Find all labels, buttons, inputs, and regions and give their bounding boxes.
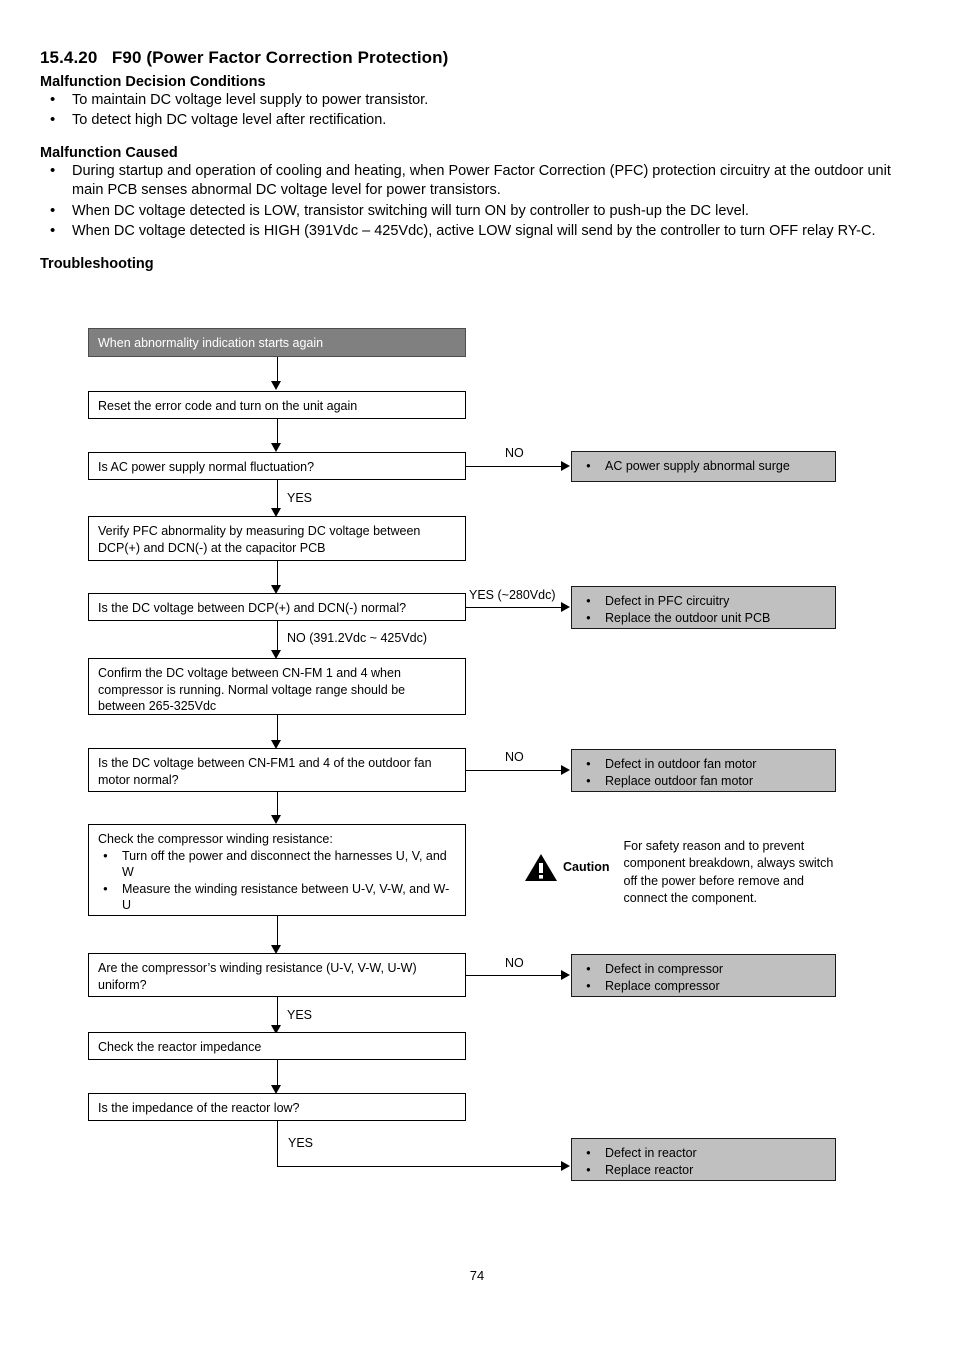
flow-decision-label: Is AC power supply normal fluctuation? xyxy=(98,460,315,474)
result-item: Defect in reactor xyxy=(581,1145,826,1162)
flow-step-label-line1: Confirm the DC voltage between CN-FM 1 a… xyxy=(98,666,401,680)
connector-line xyxy=(277,419,278,446)
connector-arrow xyxy=(271,381,281,390)
connector-line xyxy=(466,975,563,976)
caution-line1: For safety reason and to prevent xyxy=(623,839,805,853)
connector-arrow xyxy=(561,970,570,980)
caution-line2: component breakdown, always switch xyxy=(623,856,834,871)
flow-decision-winding-uniform: Are the compressor’s winding resistance … xyxy=(88,953,466,997)
branch-label-yes-280vdc: YES (~280Vdc) xyxy=(469,588,556,602)
flow-step-label-line3: between 265-325Vdc xyxy=(98,699,217,713)
branch-label-yes: YES xyxy=(287,491,313,505)
flow-decision-reactor-impedance: Is the impedance of the reactor low? xyxy=(88,1093,466,1121)
flow-result-fan-motor-defect: Defect in outdoor fan motor Replace outd… xyxy=(571,749,836,792)
result-list: AC power supply abnormal surge xyxy=(581,458,826,475)
connector-line xyxy=(277,1166,563,1167)
connector-line xyxy=(466,466,563,467)
result-item: AC power supply abnormal surge xyxy=(581,458,826,475)
result-item: Replace outdoor fan motor xyxy=(581,773,826,790)
flow-decision-label-line1: Is the DC voltage between CN-FM1 and 4 o… xyxy=(98,756,432,770)
branch-label-no: NO xyxy=(505,446,524,460)
list-item: Measure the winding resistance between U… xyxy=(98,881,456,914)
connector-arrow xyxy=(271,443,281,452)
winding-steps-list: Turn off the power and disconnect the ha… xyxy=(98,848,456,914)
flow-result-pfc-defect: Defect in PFC circuitry Replace the outd… xyxy=(571,586,836,629)
flow-step-lead: Check the compressor winding resistance: xyxy=(98,832,333,846)
caution-line3: off the power before remove and xyxy=(623,873,804,888)
result-list: Defect in compressor Replace compressor xyxy=(581,961,826,994)
branch-label-yes: YES xyxy=(288,1136,314,1150)
result-item: Defect in compressor xyxy=(581,961,826,978)
flow-step-label: Reset the error code and turn on the uni… xyxy=(98,399,358,413)
flow-start-label: When abnormality indication starts again xyxy=(98,336,324,350)
flow-step-label-line1: Verify PFC abnormality by measuring DC v… xyxy=(98,524,421,538)
branch-label-no: NO xyxy=(505,956,524,970)
caution-sign: Caution xyxy=(524,852,610,882)
result-item: Replace compressor xyxy=(581,978,826,995)
warning-triangle-icon xyxy=(525,854,557,881)
flow-start-box: When abnormality indication starts again xyxy=(88,328,466,357)
connector-arrow xyxy=(561,1161,570,1171)
flow-decision-dc-voltage: Is the DC voltage between DCP(+) and DCN… xyxy=(88,593,466,621)
caution-line4: connect the component. xyxy=(623,890,757,905)
connector-line xyxy=(466,607,563,608)
branch-label-no: NO xyxy=(505,750,524,764)
flow-step-winding-resistance: Check the compressor winding resistance:… xyxy=(88,824,466,916)
connector-line xyxy=(466,770,563,771)
flow-decision-label: Is the DC voltage between DCP(+) and DCN… xyxy=(98,601,407,615)
flow-step-reset: Reset the error code and turn on the uni… xyxy=(88,391,466,419)
list-item: Turn off the power and disconnect the ha… xyxy=(98,848,456,881)
flow-decision-cnfm-voltage: Is the DC voltage between CN-FM1 and 4 o… xyxy=(88,748,466,792)
flow-step-label-line2: compressor is running. Normal voltage ra… xyxy=(98,682,406,697)
flow-result-ac-surge: AC power supply abnormal surge xyxy=(571,451,836,482)
branch-label-no-range: NO (391.2Vdc ~ 425Vdc) xyxy=(287,631,428,645)
connector-arrow xyxy=(561,765,570,775)
flow-step-check-reactor: Check the reactor impedance xyxy=(88,1032,466,1060)
branch-label-yes: YES xyxy=(287,1008,313,1022)
flow-result-compressor-defect: Defect in compressor Replace compressor xyxy=(571,954,836,997)
flow-step-verify-pfc: Verify PFC abnormality by measuring DC v… xyxy=(88,516,466,561)
caution-text: For safety reason and to prevent compone… xyxy=(624,838,842,907)
flow-result-reactor-defect: Defect in reactor Replace reactor xyxy=(571,1138,836,1181)
connector-arrow xyxy=(561,602,570,612)
result-list: Defect in reactor Replace reactor xyxy=(581,1145,826,1178)
caution-label: Caution xyxy=(563,860,610,874)
page-number: 74 xyxy=(469,1268,485,1283)
result-list: Defect in outdoor fan motor Replace outd… xyxy=(581,756,826,789)
caution-notice: Caution For safety reason and to prevent… xyxy=(524,838,844,907)
flow-step-confirm-cnfm: Confirm the DC voltage between CN-FM 1 a… xyxy=(88,658,466,715)
result-list: Defect in PFC circuitry Replace the outd… xyxy=(581,593,826,626)
connector-line xyxy=(277,1121,278,1167)
troubleshooting-flowchart: When abnormality indication starts again… xyxy=(0,0,954,1350)
flow-decision-label-line2: motor normal? xyxy=(98,772,179,787)
flow-step-label-line2: DCP(+) and DCN(-) at the capacitor PCB xyxy=(98,540,326,555)
result-item: Defect in outdoor fan motor xyxy=(581,756,826,773)
result-item: Defect in PFC circuitry xyxy=(581,593,826,610)
result-item: Replace reactor xyxy=(581,1162,826,1179)
connector-line xyxy=(277,357,278,384)
flow-decision-label-line2: uniform? xyxy=(98,977,147,992)
flow-decision-ac-power: Is AC power supply normal fluctuation? xyxy=(88,452,466,480)
result-item: Replace the outdoor unit PCB xyxy=(581,610,826,627)
connector-arrow xyxy=(561,461,570,471)
flow-decision-label-line1: Are the compressor’s winding resistance … xyxy=(98,961,417,975)
connector-arrow xyxy=(271,815,281,824)
flow-decision-label: Is the impedance of the reactor low? xyxy=(98,1101,300,1115)
flow-step-label: Check the reactor impedance xyxy=(98,1040,262,1054)
